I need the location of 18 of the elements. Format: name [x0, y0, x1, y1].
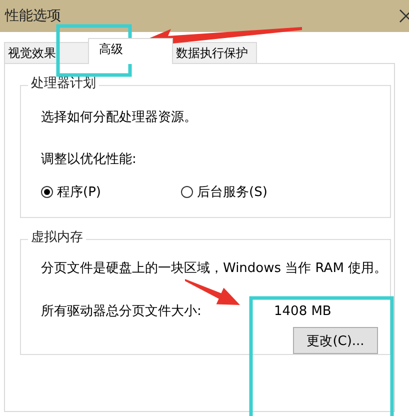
radio-button[interactable] — [41, 186, 53, 198]
change-button[interactable]: 更改(C)... — [293, 327, 378, 354]
size-label: 所有驱动器总分页文件大小: — [41, 303, 202, 321]
group-title: 虚拟内存 — [28, 230, 86, 246]
close-icon[interactable] — [399, 9, 409, 23]
radio-button[interactable] — [181, 186, 193, 198]
size-value: 1408 MB — [274, 303, 332, 321]
description-text: 分页文件是硬盘上的一块区域，Windows 当作 RAM 使用。 — [41, 260, 388, 278]
tab[interactable]: 高级 — [88, 38, 173, 64]
tab[interactable]: 数据执行保护 — [172, 42, 257, 63]
radio-label[interactable]: 后台服务(S) — [197, 183, 268, 201]
radio-label[interactable]: 程序(P) — [57, 183, 101, 201]
group-title: 处理器计划 — [28, 76, 99, 92]
tab[interactable]: 视觉效果 — [4, 42, 89, 63]
window-title: 性能选项 — [5, 7, 61, 25]
arrow — [185, 279, 240, 305]
prompt-text: 调整以优化性能: — [41, 151, 138, 169]
description-text: 选择如何分配处理器资源。 — [41, 109, 198, 127]
